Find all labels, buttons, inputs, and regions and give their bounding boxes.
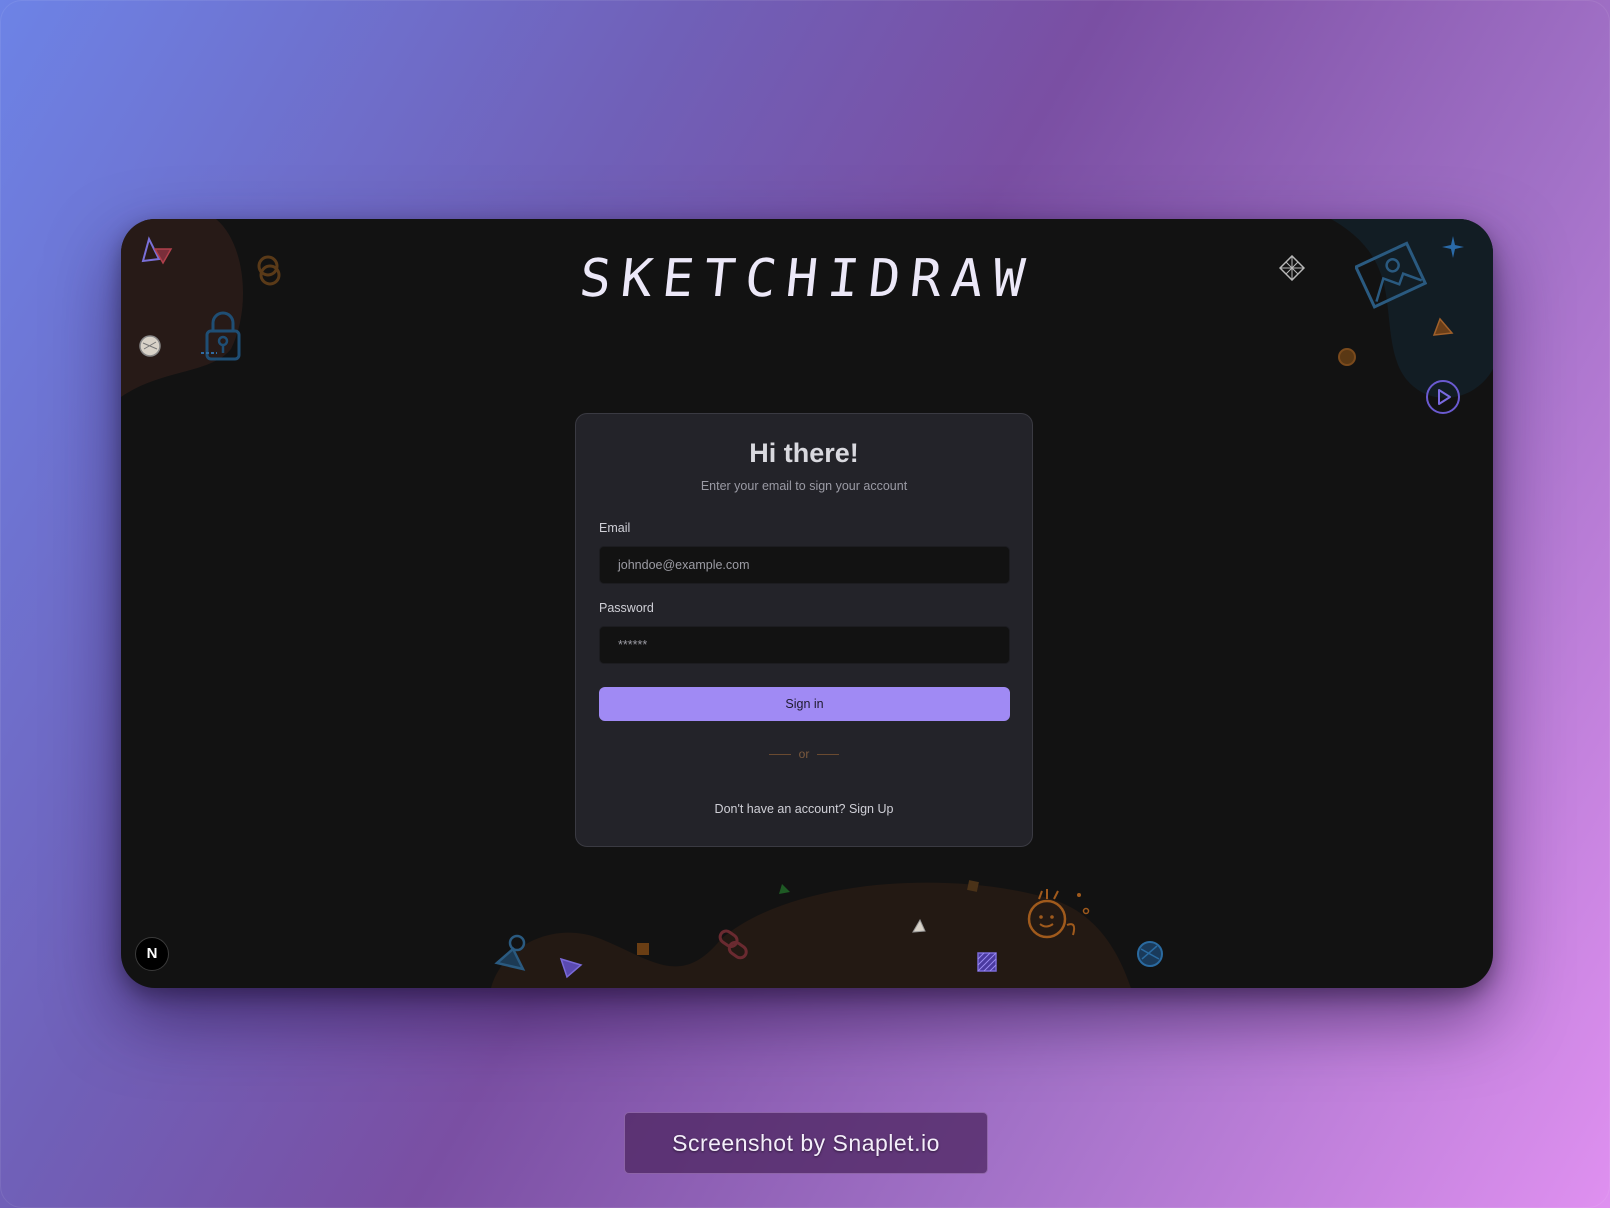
nextjs-dev-badge[interactable]: N [135,937,169,971]
triangles-icon [141,236,173,265]
signin-button[interactable]: Sign in [599,687,1010,721]
purple-triangle-icon [559,957,583,979]
card-title: Hi there! [749,438,859,468]
smiley-face-icon [1027,889,1090,939]
image-icon [1355,241,1427,309]
divider-line-left [768,754,791,756]
ball-icon [139,335,161,357]
or-divider: or [576,747,1032,761]
sparkle-icon [1442,236,1464,258]
divider-line-right [817,754,840,756]
grid-diamond-icon [1279,255,1305,281]
signin-card: Hi there! Enter your email to sign your … [575,413,1033,847]
green-triangle-icon [779,884,790,894]
coin-icon [257,255,281,286]
divider-text: or [798,747,810,761]
email-label: Email [599,521,631,535]
app-window: SKETCHIDRAW Hi there! Enter your email t… [121,219,1493,988]
signup-link[interactable]: Don't have an account? Sign Up [576,802,1032,816]
small-square-icon [967,880,979,892]
pawn-icon [494,934,526,971]
white-triangle-icon [912,919,926,933]
chain-link-icon [718,929,748,960]
orange-triangle-icon [1432,317,1454,336]
snaplet-watermark: Screenshot by Snaplet.io [624,1112,988,1174]
lock-icon [201,311,241,361]
email-field[interactable]: johndoe@example.com [599,546,1010,584]
password-field[interactable]: ****** [599,626,1010,664]
brown-square-icon [637,943,649,955]
password-label: Password [599,601,654,615]
play-icon[interactable] [1425,379,1461,415]
blue-ball-icon [1137,941,1163,967]
orange-dot-icon [1338,348,1356,366]
hatched-square-icon [977,952,997,972]
card-subtitle: Enter your email to sign your account [700,479,908,493]
